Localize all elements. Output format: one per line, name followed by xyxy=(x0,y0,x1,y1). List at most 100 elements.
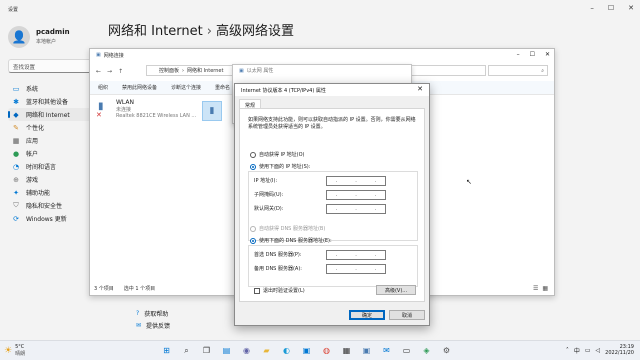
sidebar-item-gaming[interactable]: ⊕ 游戏 xyxy=(8,173,92,186)
sidebar-item-label: 系统 xyxy=(26,86,39,93)
ip-address-label: IP 地址(I): xyxy=(254,178,278,184)
preferred-dns-input[interactable]: ... xyxy=(326,250,386,260)
network-window-icon[interactable]: ▣ xyxy=(360,344,373,357)
sidebar-item-windows-update[interactable]: ⟳ Windows 更新 xyxy=(8,212,92,225)
subnet-mask-input[interactable]: ... xyxy=(326,190,386,200)
toolbar-rename[interactable]: 重命名 xyxy=(215,84,230,91)
adapter-wlan[interactable]: ▮ ✕ WLAN 未连接 Realtek 8821CE Wireless LAN … xyxy=(96,99,198,121)
auto-ip-label: 自动获得 IP 地址(O) xyxy=(259,152,305,158)
ipv4-description: 如果网络支持此功能，则可以获取自动指派的 IP 设置。否则，你需要从网络系统管理… xyxy=(248,117,416,130)
tiles-view-icon[interactable]: ▦ xyxy=(542,285,548,292)
validate-option[interactable]: 退出时验证设置(L) xyxy=(254,287,305,294)
toolbar-organize[interactable]: 组织 xyxy=(98,84,108,91)
taskbar: ☀ 5°C 晴朗 ⊞ ⌕ ❐ ▤ ◉ ▰ ◐ ▣ ◍ ▦ ▣ ✉ ▭ ◈ ⚙ ˄… xyxy=(0,340,640,360)
edge-icon[interactable]: ◐ xyxy=(280,344,293,357)
widgets-icon[interactable]: ▤ xyxy=(220,344,233,357)
address-segment-control-panel[interactable]: 控制面板 xyxy=(159,67,179,74)
adapter-ethernet-selected[interactable]: ▮ xyxy=(202,101,222,121)
volume-icon[interactable]: ◁ xyxy=(596,347,601,354)
disconnected-icon: ✕ xyxy=(96,111,102,119)
manual-ip-radio[interactable] xyxy=(250,163,256,170)
sidebar-item-privacy[interactable]: ⛉ 隐私和安全性 xyxy=(8,199,92,212)
chat-icon[interactable]: ◉ xyxy=(240,344,253,357)
sidebar-item-personalization[interactable]: ✎ 个性化 xyxy=(8,121,92,134)
settings-icon[interactable]: ⚙ xyxy=(440,344,453,357)
details-view-icon[interactable]: ☰ xyxy=(533,285,538,292)
sidebar-item-accessibility[interactable]: ✦ 辅助功能 xyxy=(8,186,92,199)
breadcrumb-separator: › xyxy=(206,24,212,39)
manual-dns-option[interactable]: 使用下面的 DNS 服务器地址(E): xyxy=(250,237,332,244)
weather-widget[interactable]: ☀ 5°C 晴朗 xyxy=(4,344,25,357)
sidebar-item-label: 游戏 xyxy=(26,177,39,184)
control-panel-icon[interactable]: ◈ xyxy=(420,344,433,357)
close-icon[interactable]: ✕ xyxy=(545,51,550,58)
search-input[interactable]: 查找设置 xyxy=(8,59,92,73)
sidebar-item-network[interactable]: ◆ 网络和 Internet xyxy=(8,108,92,121)
apps-icon: ▦ xyxy=(12,136,20,145)
ok-button[interactable]: 确定 xyxy=(349,310,385,320)
forward-arrow-icon[interactable]: → xyxy=(107,68,112,75)
sidebar-item-bluetooth[interactable]: ✱ 蓝牙和其他设备 xyxy=(8,95,92,108)
back-arrow-icon[interactable]: ← xyxy=(96,68,101,75)
sidebar-item-label: 隐私和安全性 xyxy=(26,203,63,210)
auto-ip-option[interactable]: 自动获得 IP 地址(O) xyxy=(250,151,305,158)
app-icon[interactable]: ▦ xyxy=(340,344,353,357)
person-icon: ● xyxy=(12,149,20,158)
up-arrow-icon[interactable]: ↑ xyxy=(118,68,123,75)
adapter-name: WLAN xyxy=(116,99,135,106)
shield-icon: ⛉ xyxy=(13,201,19,209)
auto-dns-radio[interactable] xyxy=(250,225,256,232)
manual-ip-option[interactable]: 使用下面的 IP 地址(S): xyxy=(250,163,310,170)
close-icon[interactable]: ✕ xyxy=(417,85,423,93)
close-icon[interactable]: ✕ xyxy=(628,4,634,12)
clock[interactable]: 23:19 2022/11/20 xyxy=(605,344,634,356)
file-explorer-icon[interactable]: ▰ xyxy=(260,344,273,357)
mail-icon[interactable]: ✉ xyxy=(380,344,393,357)
toolbar-diagnose[interactable]: 诊断这个连接 xyxy=(171,84,201,91)
breadcrumb-parent[interactable]: 网络和 Internet xyxy=(108,24,203,39)
address-segment-network[interactable]: 网络和 Internet xyxy=(187,67,223,74)
maximize-icon[interactable]: ☐ xyxy=(608,4,614,12)
store-icon[interactable]: ▣ xyxy=(300,344,313,357)
validate-checkbox[interactable] xyxy=(254,287,260,294)
sidebar-item-apps[interactable]: ▦ 应用 xyxy=(8,134,92,147)
minimize-icon[interactable]: – xyxy=(590,4,594,12)
auto-dns-label: 自动获得 DNS 服务器地址(B) xyxy=(259,226,326,232)
feedback-link[interactable]: ✉ 提供反馈 xyxy=(136,319,170,331)
ethernet-tray-icon[interactable]: ▭ xyxy=(585,347,591,354)
minimize-icon[interactable]: – xyxy=(517,51,520,58)
auto-ip-radio[interactable] xyxy=(250,151,256,158)
ethernet-title-text: 以太网 属性 xyxy=(246,68,274,74)
language-indicator[interactable]: 中 xyxy=(574,346,580,355)
ethernet-icon: ▣ xyxy=(239,67,244,74)
chevron-up-icon[interactable]: ˄ xyxy=(566,347,569,354)
sidebar-item-accounts[interactable]: ● 帐户 xyxy=(8,147,92,160)
gateway-input[interactable]: ... xyxy=(326,204,386,214)
search-icon[interactable]: ⌕ xyxy=(180,344,193,357)
avatar[interactable]: 👤 xyxy=(8,26,30,48)
advanced-button[interactable]: 高级(V)... xyxy=(376,285,416,295)
alternate-dns-input[interactable]: ... xyxy=(326,264,386,274)
sidebar-item-label: Windows 更新 xyxy=(26,216,67,223)
netconn-window-controls: – ☐ ✕ xyxy=(517,51,550,58)
chevron-right-icon: › xyxy=(182,67,185,74)
sidebar-item-time-language[interactable]: ◔ 时间和语言 xyxy=(8,160,92,173)
chrome-icon[interactable]: ◍ xyxy=(320,344,333,357)
sidebar-item-system[interactable]: ▭ 系统 xyxy=(8,82,92,95)
gamepad-icon: ⊕ xyxy=(13,175,19,184)
manual-dns-radio[interactable] xyxy=(250,237,256,244)
ip-address-input[interactable]: ... xyxy=(326,176,386,186)
cancel-button[interactable]: 取消 xyxy=(389,310,425,320)
settings-title: 设置 xyxy=(8,7,19,13)
toolbar-disable-device[interactable]: 禁用此网络设备 xyxy=(122,84,157,91)
wifi-adapter-icon: ▮ ✕ xyxy=(96,101,104,119)
task-view-icon[interactable]: ❐ xyxy=(200,344,213,357)
get-help-link[interactable]: ? 获取帮助 xyxy=(136,307,170,319)
help-links: ? 获取帮助 ✉ 提供反馈 xyxy=(136,307,170,331)
auto-dns-option[interactable]: 自动获得 DNS 服务器地址(B) xyxy=(250,225,325,232)
terminal-icon[interactable]: ▭ xyxy=(400,344,413,357)
start-icon[interactable]: ⊞ xyxy=(160,344,173,357)
netconn-search-input[interactable]: ⌕ xyxy=(488,65,548,76)
maximize-icon[interactable]: ☐ xyxy=(530,51,535,58)
mouse-cursor-icon: ↖ xyxy=(466,178,472,186)
